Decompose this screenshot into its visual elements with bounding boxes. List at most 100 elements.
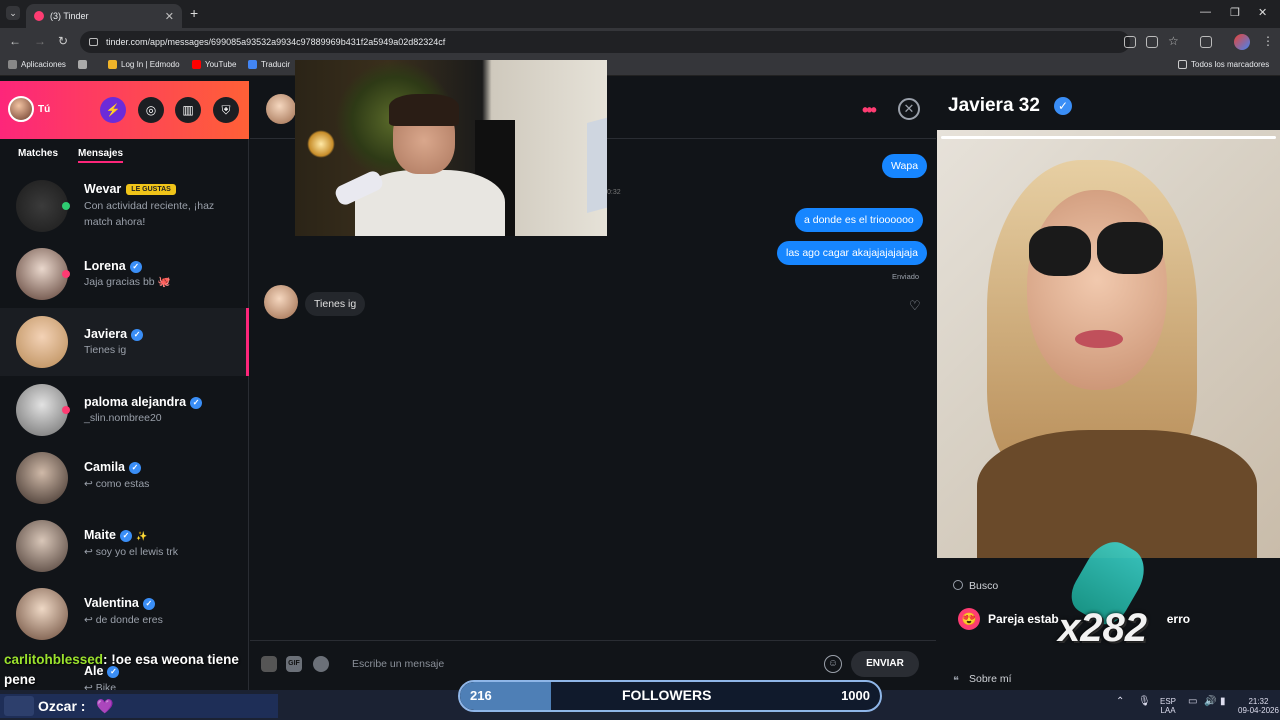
apps-grid-icon [8,60,17,69]
unread-indicator [62,406,70,414]
tab-title: (3) Tinder [50,11,89,21]
followers-label: FOLLOWERS [622,687,712,703]
avatar [16,588,68,640]
boost-icon[interactable]: ⚡ [100,97,126,123]
photo-progress-bar [941,136,1276,139]
tray-chevron-icon[interactable]: ⌃ [1116,697,1124,707]
conversation-item-valentina[interactable]: Valentina ✓ ↩ de donde eres [0,580,249,648]
bookmark-star-icon[interactable]: ☆ [1168,35,1180,47]
avatar [16,384,68,436]
send-button[interactable]: ENVIAR [851,651,919,677]
microphone-icon[interactable]: 🎙 [1138,697,1151,707]
volume-icon[interactable]: 🔊 [1204,697,1216,707]
avatar [16,316,68,368]
online-indicator [62,202,70,210]
shield-icon[interactable]: ⛨ [213,97,239,123]
avatar [16,180,68,232]
close-tab-icon[interactable]: ✕ [165,10,174,23]
new-tab-button[interactable]: + [190,6,198,20]
sunglasses-shape [1097,222,1163,274]
more-options-icon[interactable]: ••• [862,100,877,121]
followers-goal: 1000 [841,688,870,703]
like-message-heart-icon[interactable]: ♡ [909,298,921,314]
gif-button[interactable]: GIF [286,656,302,672]
conversation-item-lorena[interactable]: Lorena ✓ Jaja gracias bb 🐙 [0,240,249,308]
bookmark-grid[interactable] [78,60,91,69]
bookmark-translate[interactable]: Traducir [248,60,290,69]
close-window-icon[interactable]: ✕ [1258,6,1267,19]
site-info-icon[interactable] [89,38,98,46]
conversation-name: Javiera ✓ [84,327,144,341]
url-field[interactable]: tinder.com/app/messages/699085a93532a993… [80,31,1130,53]
verified-icon: ✓ [142,598,155,610]
message-bubble-sent: a donde es el trioooooo [795,208,923,232]
conversation-name: Maite ✓ ✨ [84,528,148,542]
share-icon[interactable] [1146,36,1158,48]
network-icon[interactable]: ▭ [1188,697,1197,707]
tab-search-button[interactable]: ⌄ [6,6,20,20]
conversation-name: Camila ✓ [84,460,141,474]
conversation-preview: Con actividad reciente, ¡haz match ahora… [84,200,215,228]
search-icon [953,580,963,590]
followers-goal-bar: 216 FOLLOWERS 1000 [458,680,882,712]
my-avatar[interactable] [8,96,34,122]
conversation-name: Lorena ✓ [84,259,142,273]
bookmark-apps[interactable]: Aplicaciones [8,60,66,69]
url-text: tinder.com/app/messages/699085a93532a993… [106,37,446,47]
close-chat-button[interactable]: ✕ [898,98,920,120]
maximize-icon[interactable]: ❐ [1230,6,1240,19]
bookmark-edmodo[interactable]: Log In | Edmodo [108,60,180,69]
minimize-icon[interactable]: — [1200,6,1211,18]
conversation-preview: Tienes ig [84,344,127,356]
battery-icon[interactable]: ▮ [1220,697,1226,707]
webcam-overlay [295,60,607,236]
conversation-item-wevar[interactable]: Wevar LE GUSTAS Con actividad reciente, ¡… [0,172,249,240]
bookmark-youtube[interactable]: YouTube [192,60,236,69]
browser-tab[interactable]: (3) Tinder ✕ [26,4,182,28]
reload-icon[interactable]: ↻ [58,34,68,48]
purple-heart-icon: 💜 [96,698,114,714]
looking-for-label: Busco [969,580,999,592]
profile-photo[interactable] [937,130,1280,558]
message-bubble-received: Tienes ig [305,292,366,316]
my-profile-label[interactable]: Tú [38,104,50,115]
verified-icon: ✓ [129,261,142,273]
kick-logo-icon [4,696,34,716]
menu-kebab-icon[interactable]: ⋮ [1262,34,1274,48]
sent-status: Enviado [892,272,920,281]
heart-eyes-emoji-icon: 😍 [958,608,980,630]
conversation-name: Valentina ✓ [84,596,155,610]
explore-compass-icon[interactable]: ◎ [138,97,164,123]
conversation-name: Wevar LE GUSTAS [84,182,176,196]
conversation-item-javiera[interactable]: Javiera ✓ Tienes ig [0,308,249,376]
face-shape [1027,190,1167,390]
sunglasses-shape [1029,226,1091,276]
folder-icon [108,60,117,69]
message-input[interactable]: Escribe un mensaje [352,658,444,670]
spotify-icon[interactable] [313,656,329,672]
chat-header-avatar[interactable] [266,94,296,124]
conversation-item-camila[interactable]: Camila ✓ ↩ como estas [0,444,249,512]
tab-mensajes[interactable]: Mensajes [78,148,124,163]
blocked-popup-icon[interactable] [1124,36,1136,48]
emoji-icon[interactable]: ☺ [824,655,842,673]
conversation-item-paloma[interactable]: paloma alejandra ✓ _slin.nombree20 [0,376,249,444]
briefcase-icon[interactable]: ▥ [175,97,201,123]
message-timestamp: 0:32 [607,189,621,196]
sparkle-icon: ✨ [135,531,148,541]
extensions-icon[interactable] [1200,36,1212,48]
streamer-tag: Ozcar : 💜 [0,694,278,718]
language-indicator[interactable]: ESP LAA [1160,697,1176,715]
profile-avatar-icon[interactable] [1234,34,1250,50]
conversation-item-maite[interactable]: Maite ✓ ✨ ↩ soy yo el lewis trk [0,512,249,580]
monitor-shape [587,117,607,213]
about-me-label: Sobre mí [969,673,1012,685]
sender-avatar[interactable] [264,285,298,319]
back-icon[interactable]: ← [9,34,21,48]
tab-matches[interactable]: Matches [18,148,58,159]
clock[interactable]: 21:32 09-04-2026 [1238,697,1279,715]
all-bookmarks[interactable]: Todos los marcadores [1178,60,1269,69]
avatar [16,248,68,300]
clothing-shape [977,430,1257,558]
forward-icon[interactable]: → [34,34,46,48]
